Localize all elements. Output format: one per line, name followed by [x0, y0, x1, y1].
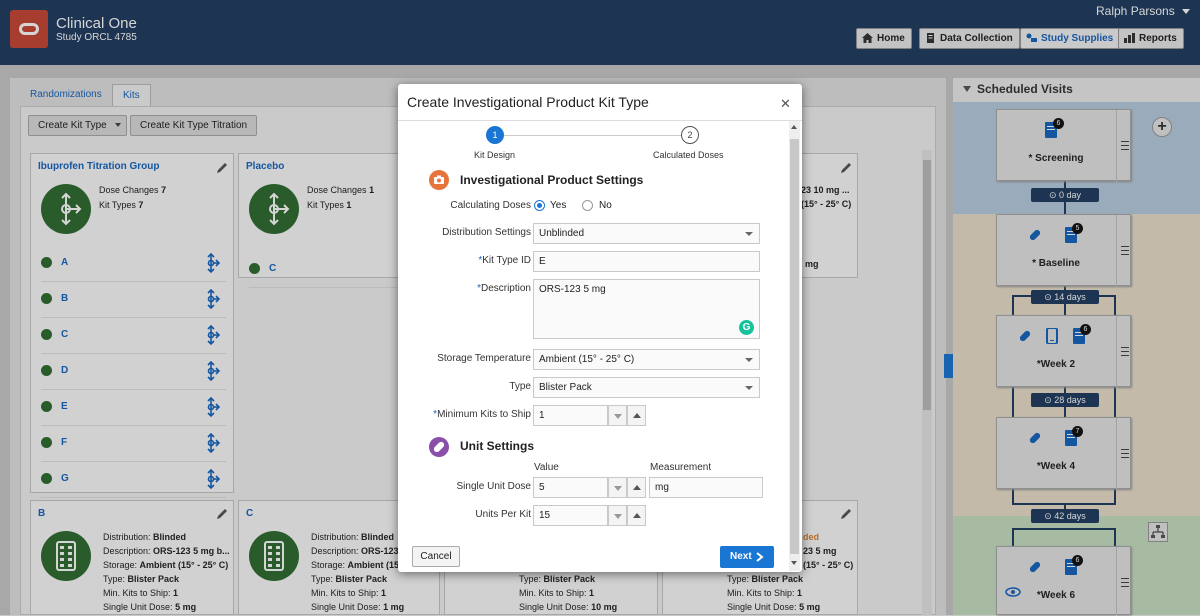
- next-button[interactable]: Next: [720, 546, 774, 568]
- minimum-kits-input[interactable]: 1: [533, 405, 608, 426]
- step-1-indicator[interactable]: 1: [486, 126, 504, 144]
- units-per-kit-input[interactable]: 15: [533, 505, 608, 526]
- measurement-input[interactable]: mg: [649, 477, 763, 498]
- type-label: Type: [509, 381, 531, 392]
- storage-temperature-select[interactable]: Ambient (15° - 25° C): [533, 349, 760, 370]
- description-textarea[interactable]: ORS-123 5 mg: [533, 279, 760, 339]
- value-column-header: Value: [534, 462, 559, 473]
- kit-type-id-input[interactable]: E: [533, 251, 760, 272]
- modal-footer: Cancel Next: [398, 535, 802, 572]
- description-label: *Description: [477, 283, 531, 294]
- yes-label: Yes: [550, 200, 567, 211]
- chevron-right-icon: [756, 552, 764, 562]
- calculating-doses-no-radio[interactable]: [582, 200, 593, 211]
- calculating-doses-yes-radio[interactable]: [534, 200, 545, 211]
- stepper-line: [504, 135, 690, 136]
- pill-icon: [429, 437, 449, 457]
- units-per-kit-increment[interactable]: [627, 505, 646, 526]
- minimum-kits-decrement[interactable]: [608, 405, 627, 426]
- create-kit-type-modal: Create Investigational Product Kit Type …: [398, 84, 802, 572]
- grammarly-icon[interactable]: G: [739, 320, 754, 335]
- close-icon[interactable]: ✕: [780, 96, 791, 112]
- modal-title: Create Investigational Product Kit Type: [407, 94, 649, 110]
- units-per-kit-label: Units Per Kit: [475, 509, 531, 520]
- single-unit-dose-increment[interactable]: [627, 477, 646, 498]
- measurement-column-header: Measurement: [650, 462, 712, 473]
- unit-section-title: Unit Settings: [460, 439, 534, 453]
- scroll-up-arrow-icon[interactable]: [791, 125, 797, 129]
- next-label: Next: [730, 551, 752, 562]
- distribution-settings-select[interactable]: Unblinded: [533, 223, 760, 244]
- cancel-button[interactable]: Cancel: [412, 546, 460, 567]
- storage-temperature-label: Storage Temperature: [437, 353, 531, 364]
- distribution-settings-label: Distribution Settings: [442, 227, 531, 238]
- kit-type-id-label: *Kit Type ID: [478, 255, 531, 266]
- single-unit-dose-decrement[interactable]: [608, 477, 627, 498]
- ip-section-title: Investigational Product Settings: [460, 173, 644, 187]
- single-unit-dose-label: Single Unit Dose: [456, 481, 531, 492]
- calculating-doses-label: Calculating Doses: [450, 200, 531, 211]
- camera-icon: [429, 170, 449, 190]
- single-unit-dose-input[interactable]: 5: [533, 477, 608, 498]
- modal-scrollbar-thumb[interactable]: [790, 139, 799, 554]
- minimum-kits-label: *Minimum Kits to Ship: [433, 409, 531, 420]
- step-2-label: Calculated Doses: [653, 150, 724, 160]
- step-2-indicator[interactable]: 2: [681, 126, 699, 144]
- step-1-label: Kit Design: [474, 150, 516, 160]
- units-per-kit-decrement[interactable]: [608, 505, 627, 526]
- no-label: No: [599, 200, 612, 211]
- minimum-kits-increment[interactable]: [627, 405, 646, 426]
- modal-body: 1 2 Kit Design Calculated Doses Investig…: [398, 121, 802, 526]
- type-select[interactable]: Blister Pack: [533, 377, 760, 398]
